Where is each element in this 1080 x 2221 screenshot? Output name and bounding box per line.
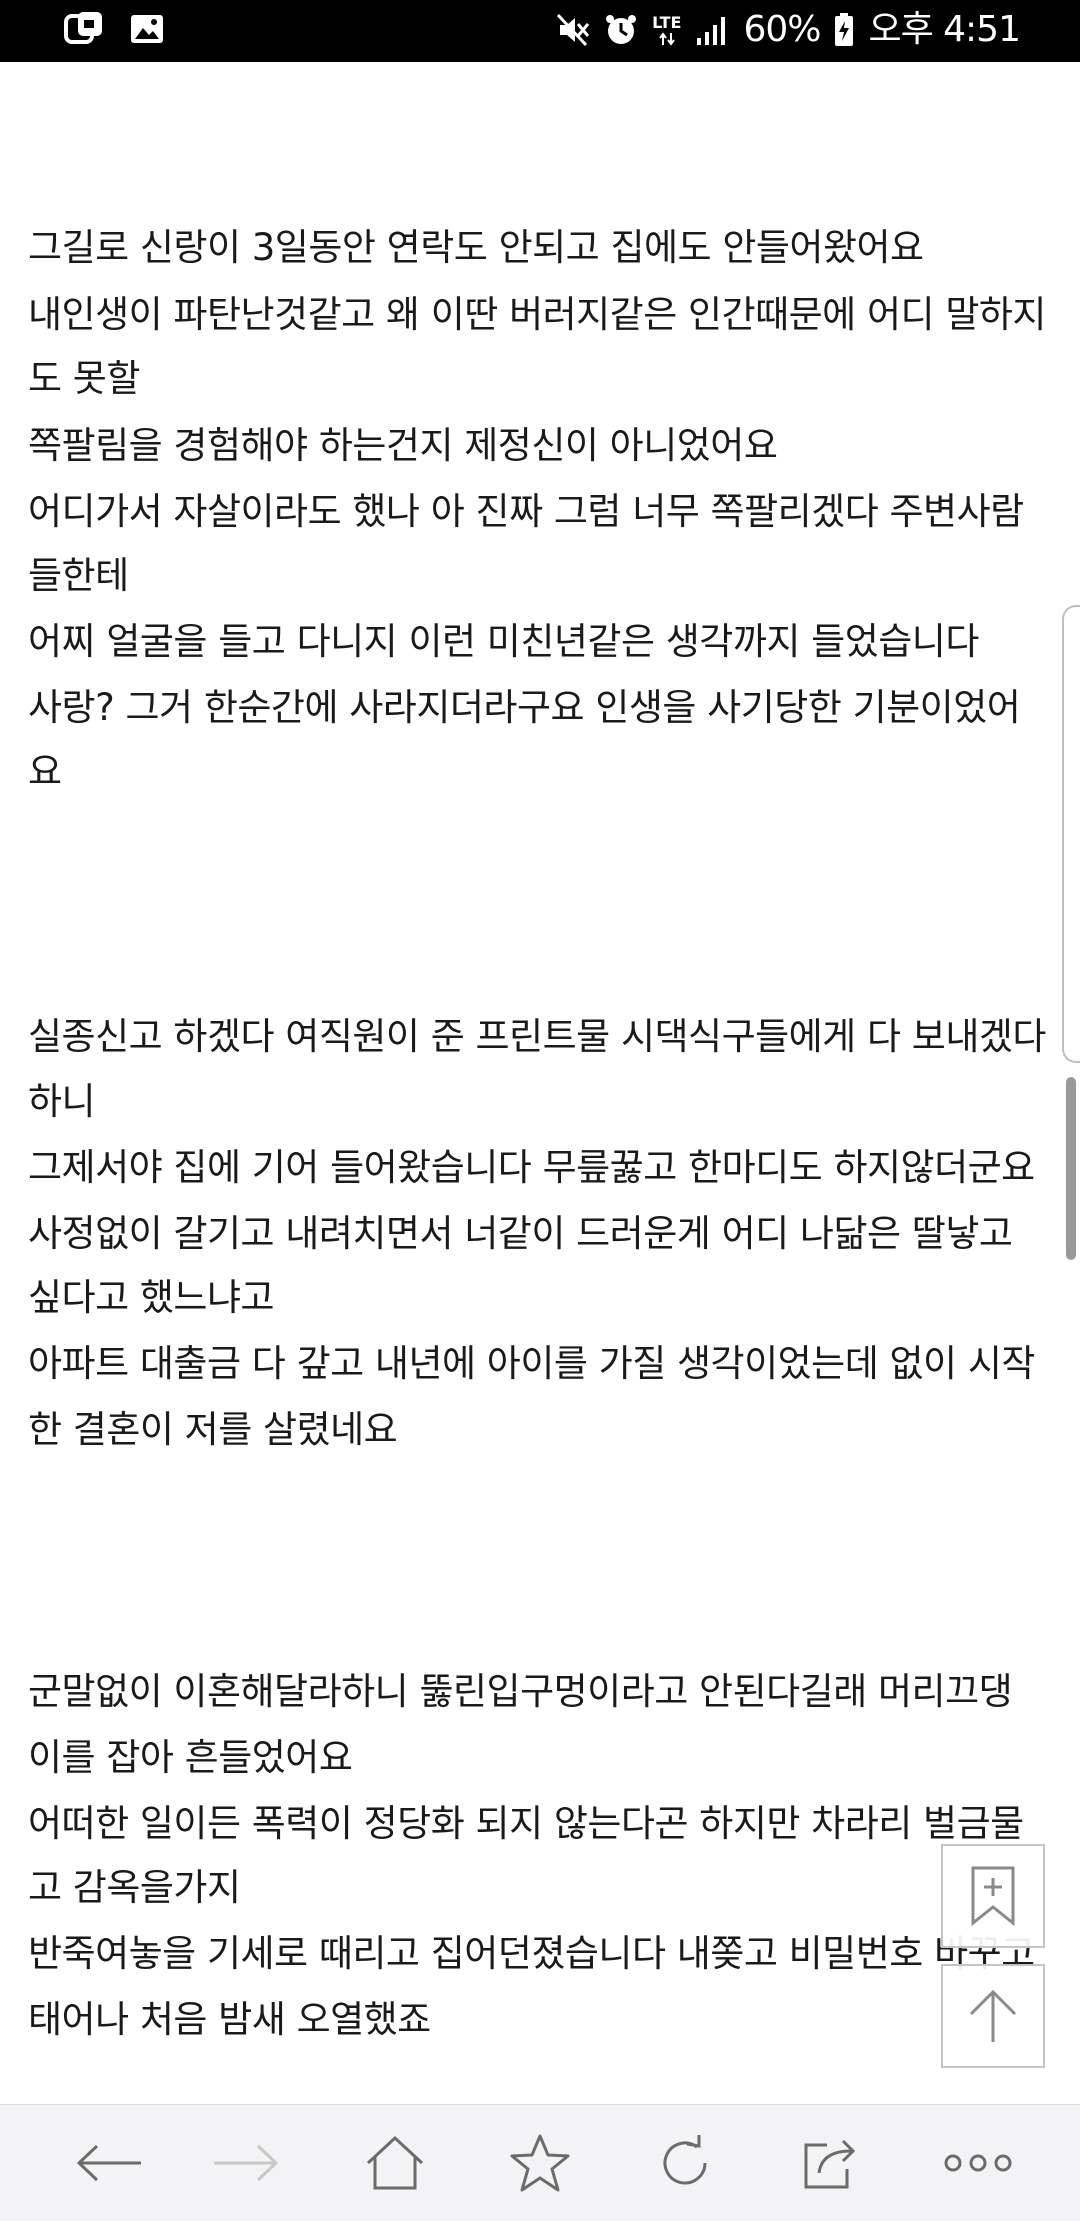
forward-button[interactable] xyxy=(200,2133,290,2193)
article-line: 그길로 신랑이 3일동안 연락도 안되고 집에도 안들어왔어요 xyxy=(28,226,924,269)
article-line: 내인생이 파탄난것같고 왜 이딴 버러지같은 인간때문에 어디 말하지 xyxy=(28,293,1046,336)
app-notification-icon xyxy=(64,12,102,44)
signal-icon xyxy=(697,17,726,45)
edge-panel-handle[interactable] xyxy=(1062,605,1080,1063)
article-line: 고 감옥을가지 xyxy=(28,1866,241,1909)
data-arrows-icon xyxy=(658,32,675,46)
article-line: 한 결혼이 저를 살렸네요 xyxy=(28,1408,398,1451)
alarm-icon xyxy=(606,15,637,44)
article-line: 들한테 xyxy=(28,554,129,597)
image-notification-icon xyxy=(131,15,163,43)
battery-charging-icon xyxy=(835,13,854,46)
forward-arrow-icon xyxy=(214,2144,279,2182)
bookmark-add-button[interactable] xyxy=(941,1844,1045,1948)
bookmarks-button[interactable] xyxy=(495,2133,585,2193)
battery-percent: 60% xyxy=(743,9,821,50)
scroll-to-top-button[interactable] xyxy=(941,1964,1045,2068)
article-line: 요 xyxy=(28,750,62,793)
browser-toolbar xyxy=(0,2104,1080,2221)
scrollbar-thumb[interactable] xyxy=(1066,1077,1076,1260)
article-line: 태어나 처음 밤새 오열했죠 xyxy=(28,1998,431,2041)
share-icon xyxy=(804,2139,856,2189)
star-icon xyxy=(510,2134,570,2192)
mute-icon xyxy=(556,13,590,47)
home-button[interactable] xyxy=(350,2133,440,2193)
back-arrow-icon xyxy=(76,2144,141,2182)
more-icon xyxy=(944,2154,1012,2172)
article-line: 군말없이 이혼해달라하니 뚫린입구멍이라고 안된다길래 머리끄댕 xyxy=(28,1670,1013,1713)
article-line: 어디가서 자살이라도 했나 아 진짜 그럼 너무 쪽팔리겠다 주변사람 xyxy=(28,490,1024,533)
article-line: 싶다고 했느냐고 xyxy=(28,1276,275,1319)
network-type: LTE xyxy=(652,13,682,32)
article-line: 아파트 대출금 다 갚고 내년에 아이를 가질 생각이었는데 없이 시작 xyxy=(28,1342,1035,1385)
article-line: 사랑? 그거 한순간에 사라지더라구요 인생을 사기당한 기분이었어 xyxy=(28,686,1021,729)
article-line: 반죽여놓을 기세로 때리고 집어던졌습니다 내쫒고 비밀번호 바꾸고 xyxy=(28,1932,1035,1975)
article-line: 어찌 얼굴을 들고 다니지 이런 미친년같은 생각까지 들었습니다 xyxy=(28,620,979,663)
article-line: 그제서야 집에 기어 들어왔습니다 무릎꿇고 한마디도 하지않더군요 xyxy=(28,1146,1035,1189)
refresh-button[interactable] xyxy=(640,2133,730,2193)
article-line: 사정없이 갈기고 내려치면서 너같이 드러운게 어디 나닮은 딸낳고 xyxy=(28,1212,1013,1255)
status-bar: LTE 60% 오후 4:51 xyxy=(0,0,1080,62)
article-line: 이를 잡아 흔들었어요 xyxy=(28,1736,353,1779)
bookmark-add-icon xyxy=(971,1866,1015,1927)
more-button[interactable] xyxy=(933,2133,1023,2193)
article-line: 쪽팔림을 경험해야 하는건지 제정신이 아니었어요 xyxy=(28,424,778,467)
article-line: 실종신고 하겠다 여직원이 준 프린트물 시댁식구들에게 다 보내겠다 xyxy=(28,1015,1046,1058)
arrow-up-icon xyxy=(969,1989,1017,2042)
article-line: 도 못할 xyxy=(28,357,140,400)
article-line: 어떠한 일이든 폭력이 정당화 되지 않는다곤 하지만 차라리 벌금물 xyxy=(28,1802,1024,1845)
home-icon xyxy=(366,2135,424,2190)
share-button[interactable] xyxy=(785,2133,875,2193)
back-button[interactable] xyxy=(65,2133,155,2193)
refresh-icon xyxy=(663,2135,707,2185)
clock: 오후 4:51 xyxy=(868,9,1021,50)
article-line: 하니 xyxy=(28,1080,96,1123)
